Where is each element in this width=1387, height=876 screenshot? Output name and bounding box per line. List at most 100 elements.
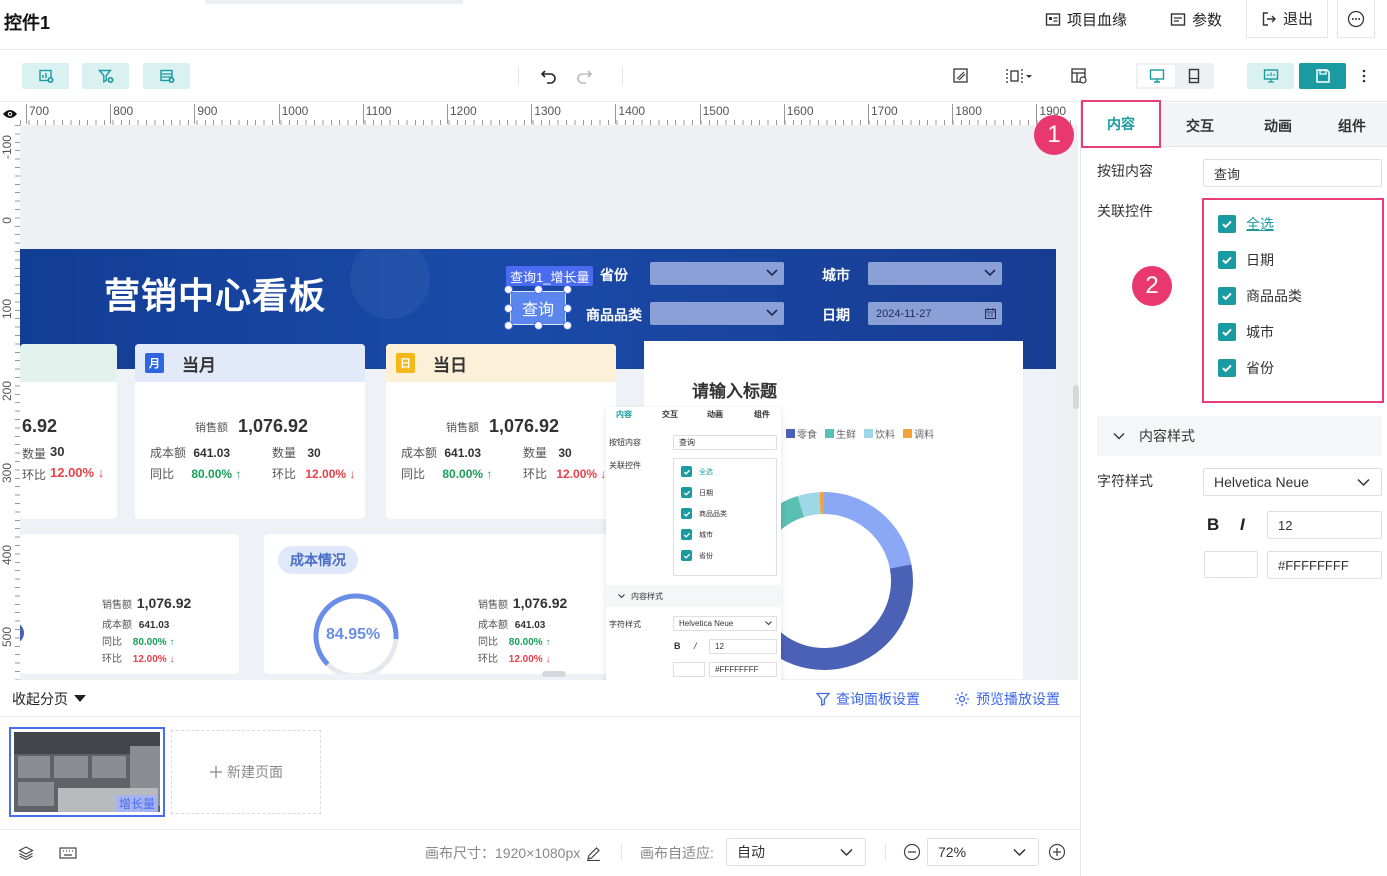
mini-color-swatch[interactable] [673,662,705,677]
redo-icon[interactable] [575,67,593,85]
linked-checkbox-3[interactable]: 城市 [1218,322,1274,342]
bl-yoy-label: 同比 [102,637,122,648]
mini-tab-content[interactable]: 内容 [616,409,632,420]
bl-mom-value: 12.00% [132,654,167,665]
new-page-label: 新建页面 [227,764,283,780]
edit-pencil-icon[interactable] [586,846,601,861]
query-panel-settings-link[interactable]: 查询面板设置 [816,689,920,709]
params-label: 参数 [1192,12,1223,29]
props-tab-animation[interactable]: 动画 [1239,106,1317,146]
bloodline-button[interactable]: 项目血缘 [1045,9,1127,30]
category-select[interactable] [650,302,784,325]
horizontal-scrollbar[interactable] [542,671,566,677]
mini-font-select[interactable]: Helvetica Neue [673,616,777,631]
undo-icon[interactable] [540,67,558,85]
format-brush-icon[interactable] [952,67,970,85]
props-font-size-input[interactable]: 12 [1267,511,1382,539]
vertical-scrollbar[interactable] [1073,385,1079,409]
status-divider-v2 [885,844,886,860]
collapse-pages-button[interactable]: 收起分页 [12,689,86,709]
query-panel-settings-label: 查询面板设置 [836,691,920,707]
linked-checkbox-4[interactable]: 省份 [681,550,713,561]
zoom-out-icon[interactable] [903,843,921,861]
linked-checkbox-0[interactable]: 全选 [681,466,713,477]
props-tab-content[interactable]: 内容 [1081,100,1161,148]
arrow-down-icon: ↓ [346,467,356,481]
layout-settings-icon[interactable] [1070,67,1088,85]
mobile-view-button[interactable] [1175,65,1212,87]
mini-style-section[interactable]: 内容样式 [606,585,781,607]
params-button[interactable]: 参数 [1170,9,1222,30]
align-distribute-icon[interactable] [1005,67,1033,85]
linked-checkbox-1[interactable]: 日期 [1218,250,1274,270]
zoom-select[interactable]: 72% [927,838,1039,866]
props-tab-component[interactable]: 组件 [1317,106,1387,146]
date-picker[interactable]: 2024-11-27 [868,302,1002,325]
props-color-swatch[interactable] [1204,551,1258,578]
kpi-card-month[interactable]: 月 当月 销售额 1,076.92 成本额 641.03 数量 30 同比 80… [135,344,365,519]
zoom-in-icon[interactable] [1048,843,1066,861]
bold-button[interactable]: B [1207,515,1219,535]
mini-linked-label: 关联控件 [609,461,641,470]
new-page-button[interactable]: 新建页面 [171,730,321,814]
page-thumbnail-1[interactable]: 增长量 [9,727,165,817]
keyboard-icon[interactable] [59,846,77,860]
add-filter-button[interactable] [82,63,129,89]
mini-tab-interact[interactable]: 交互 [662,409,678,420]
italic-button[interactable]: I [1240,515,1245,535]
kpi-card-left-partial[interactable]: 6.92 数量 30 环比 12.00% ↓ [20,344,117,519]
save-icon [1315,69,1330,83]
canvas-size-value: 1920×1080px [495,845,581,861]
day-sales-label: 销售额 [446,421,479,434]
month-qty-value: 30 [307,446,321,460]
province-select[interactable] [650,262,784,285]
linked-checkbox-0[interactable]: 全选 [1218,214,1274,234]
linked-checkbox-3[interactable]: 城市 [681,529,713,540]
city-select[interactable] [868,262,1002,285]
linked-checkbox-2[interactable]: 商品品类 [681,508,727,519]
props-font-select[interactable]: Helvetica Neue [1203,468,1382,496]
month-card-title: 当月 [182,355,216,375]
query-button[interactable]: 查询 [510,291,566,325]
canvas-area[interactable]: 营销中心看板 省份 城市 商品品类 日期 2024-11-27 查询1_增长量 … [20,125,1078,680]
exit-label: 退出 [1282,11,1313,28]
props-button-content-input[interactable]: 查询 [1203,159,1382,187]
mini-color-input[interactable]: #FFFFFFFF [709,662,777,677]
props-style-section[interactable]: 内容样式 [1097,416,1382,456]
props-font-value: Helvetica Neue [1214,474,1309,490]
linked-checkbox-2[interactable]: 商品品类 [1218,286,1302,306]
linked-checkbox-1[interactable]: 日期 [681,487,713,498]
mini-config-panel[interactable]: 内容 交互 动画 组件 按钮内容 查询 关联控件 全选 日期 商品品类 城市 省份 内容… [606,407,781,680]
app-title: 控件1 [4,13,51,33]
desktop-view-button[interactable] [1138,65,1175,87]
left-card-mom-label: 环比 [22,468,47,482]
mini-tab-component[interactable]: 组件 [754,409,770,420]
dashboard-page[interactable]: 营销中心看板 省份 城市 商品品类 日期 2024-11-27 查询1_增长量 … [20,239,1056,680]
save-button[interactable] [1299,63,1346,89]
horizontal-ruler: 700 800 900 1000 1100 1200 1300 1400 1500 1600 170… [20,103,1075,125]
linked-checkbox-label: 日期 [699,489,713,497]
cost-card[interactable]: 成本情况 84.95% 销售额 1,076.92 成本额 641.03 同比 8… [264,534,616,674]
toolbar-more-icon[interactable] [1357,67,1371,85]
preview-settings-link[interactable]: 预览播放设置 [954,689,1060,709]
preview-button[interactable] [1247,63,1294,89]
kpi-card-day[interactable]: 日 当日 销售额 1,076.92 成本额 641.03 数量 30 同比 80… [386,344,616,519]
cost-cost-label: 成本额 [478,620,508,631]
mini-button-content-input[interactable]: 查询 [673,435,777,450]
ruler-corner[interactable] [0,103,20,125]
more-button[interactable] [1337,0,1375,38]
header-divider [0,49,1387,50]
props-tab-interact[interactable]: 交互 [1161,106,1239,146]
add-component-button[interactable] [22,63,69,89]
props-color-input[interactable]: #FFFFFFFF [1267,551,1382,579]
layers-icon[interactable] [18,845,34,861]
kpi-card-bottom-left[interactable]: 销售额 1,076.92 成本额 641.03 同比 80.00% ↑ 环比 1… [20,534,239,674]
mini-italic-icon[interactable]: / [694,641,697,651]
mini-font-size-input[interactable]: 12 [709,639,777,654]
add-table-button[interactable] [143,63,190,89]
linked-checkbox-4[interactable]: 省份 [1218,358,1274,378]
mini-bold-icon[interactable]: B [674,641,681,651]
fit-select[interactable]: 自动 [726,838,866,866]
mini-tab-animation[interactable]: 动画 [707,409,723,420]
exit-button[interactable]: 退出 [1246,0,1328,38]
